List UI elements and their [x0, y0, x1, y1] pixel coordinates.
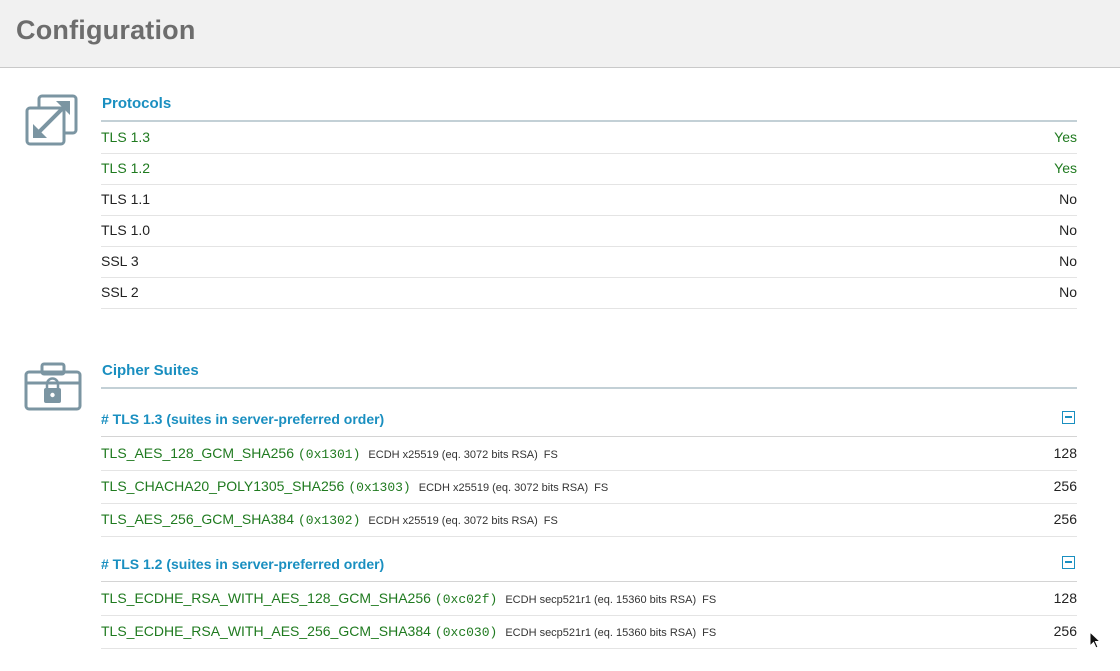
- suite-info: TLS_AES_256_GCM_SHA384 (0x1302) ECDH x2551…: [101, 503, 558, 538]
- suite-group-header: # TLS 1.2 (suites in server-preferred or…: [101, 548, 1077, 582]
- suite-name: TLS_ECDHE_RSA_WITH_AES_128_GCM_SHA256: [101, 590, 431, 606]
- suite-group-title: # TLS 1.2 (suites in server-preferred or…: [101, 556, 385, 572]
- suite-forward-secrecy: FS: [594, 482, 609, 494]
- suite-group-title: # TLS 1.3 (suites in server-preferred or…: [101, 411, 385, 427]
- suite-info: TLS_ECDHE_RSA_WITH_AES_256_GCM_SHA384 (0x…: [101, 615, 716, 650]
- protocol-support-value: No: [1059, 191, 1077, 207]
- protocol-support-value: No: [1059, 222, 1077, 238]
- suite-forward-secrecy: FS: [702, 594, 717, 606]
- suite-name: TLS_CHACHA20_POLY1305_SHA256: [101, 478, 345, 494]
- suite-key-exchange: ECDH secp521r1 (eq. 15360 bits RSA): [505, 627, 697, 639]
- cipher-suites-rule: [101, 387, 1077, 389]
- suite-name: TLS_AES_128_GCM_SHA256: [101, 445, 294, 461]
- suite-bits: 256: [1053, 478, 1077, 494]
- protocols-title: Protocols: [102, 95, 172, 112]
- resize-arrows-icon: [24, 93, 80, 152]
- suite-bits: 256: [1053, 623, 1077, 639]
- suite-code: (0x1303): [348, 480, 411, 495]
- mouse-cursor-icon: [1089, 630, 1102, 654]
- protocol-support-value: Yes: [1054, 160, 1077, 176]
- cipher-suite-row: TLS_AES_128_GCM_SHA256 (0x1301) ECDH x2551…: [101, 437, 1077, 471]
- protocol-support-value: No: [1059, 253, 1077, 269]
- suite-name: TLS_ECDHE_RSA_WITH_AES_256_GCM_SHA384: [101, 623, 431, 639]
- cipher-suite-row: TLS_ECDHE_RSA_WITH_AES_128_GCM_SHA256 (0x…: [101, 582, 1077, 616]
- protocol-row: SSL 3 No: [101, 246, 1077, 278]
- suite-group-header: # TLS 1.3 (suites in server-preferred or…: [101, 403, 1077, 437]
- protocol-row: TLS 1.2 Yes: [101, 153, 1077, 185]
- suite-info: TLS_CHACHA20_POLY1305_SHA256 (0x1303) ECDH…: [101, 470, 608, 505]
- suite-key-exchange: ECDH secp521r1 (eq. 15360 bits RSA): [505, 594, 697, 606]
- suite-name: TLS_AES_256_GCM_SHA384: [101, 511, 294, 527]
- page-header: Configuration: [0, 0, 1120, 68]
- protocol-row: TLS 1.0 No: [101, 215, 1077, 247]
- protocol-row: TLS 1.3 Yes: [101, 122, 1077, 154]
- collapse-minus-icon[interactable]: [1062, 556, 1075, 569]
- suite-code: (0xc02f): [434, 592, 498, 607]
- cipher-suite-row: TLS_CHACHA20_POLY1305_SHA256 (0x1303) ECDH…: [101, 470, 1077, 504]
- protocol-support-value: Yes: [1054, 129, 1077, 145]
- protocol-name: TLS 1.1: [101, 191, 151, 207]
- suite-bits: 256: [1053, 511, 1077, 527]
- suite-forward-secrecy: FS: [543, 515, 558, 527]
- suite-key-exchange: ECDH x25519 (eq. 3072 bits RSA): [368, 515, 538, 527]
- suite-info: TLS_ECDHE_RSA_WITH_AES_128_GCM_SHA256 (0x…: [101, 582, 716, 617]
- suite-bits: 128: [1053, 445, 1077, 461]
- protocol-name: SSL 2: [101, 284, 139, 300]
- suite-code: (0x1302): [298, 513, 361, 528]
- protocol-name: TLS 1.2: [101, 160, 151, 176]
- protocol-name: SSL 3: [101, 253, 139, 269]
- protocol-support-value: No: [1059, 284, 1077, 300]
- protocol-name: TLS 1.3: [101, 129, 151, 145]
- suite-code: (0xc030): [434, 625, 498, 640]
- toolbox-lock-icon: [24, 362, 82, 417]
- suite-key-exchange: ECDH x25519 (eq. 3072 bits RSA): [368, 449, 538, 461]
- suite-code: (0x1301): [298, 447, 361, 462]
- suite-key-exchange: ECDH x25519 (eq. 3072 bits RSA): [418, 482, 589, 494]
- cipher-suite-row: TLS_AES_256_GCM_SHA384 (0x1302) ECDH x2551…: [101, 503, 1077, 537]
- suite-info: TLS_AES_128_GCM_SHA256 (0x1301) ECDH x2551…: [101, 437, 558, 472]
- protocol-row: SSL 2 No: [101, 277, 1077, 309]
- page-title: Configuration: [16, 15, 196, 45]
- suite-forward-secrecy: FS: [702, 627, 717, 639]
- protocol-row: TLS 1.1 No: [101, 184, 1077, 216]
- suite-forward-secrecy: FS: [543, 449, 558, 461]
- collapse-minus-icon[interactable]: [1062, 411, 1075, 424]
- suite-bits: 128: [1053, 590, 1077, 606]
- cipher-suites-title: Cipher Suites: [102, 362, 199, 379]
- cipher-suite-row: TLS_ECDHE_RSA_WITH_AES_256_GCM_SHA384 (0x…: [101, 615, 1077, 649]
- protocol-name: TLS 1.0: [101, 222, 151, 238]
